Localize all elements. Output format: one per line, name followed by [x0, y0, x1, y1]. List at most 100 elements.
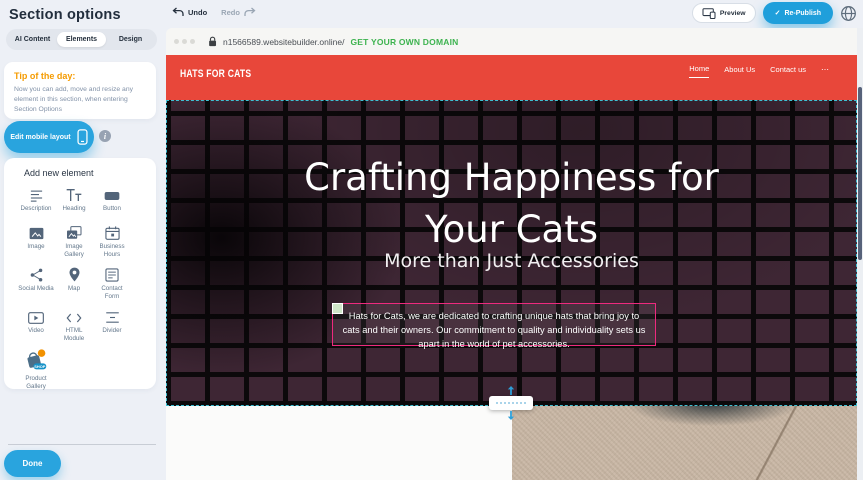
- section-resize-widget: [486, 386, 536, 420]
- toolbar-right: Preview ✓ Re-Publish: [692, 2, 857, 24]
- element-label: Image: [27, 243, 44, 251]
- resize-arrow-up-icon: [507, 386, 515, 395]
- image-gallery-icon: [66, 224, 82, 240]
- browser-dot: [190, 39, 195, 44]
- republish-label: Re-Publish: [784, 10, 821, 17]
- preview-button[interactable]: Preview: [692, 3, 756, 23]
- element-label: Map: [68, 285, 80, 293]
- app-root: Section options Undo Redo Preview ✓ Re-P…: [0, 0, 863, 480]
- tab-elements[interactable]: Elements: [57, 32, 106, 47]
- redo-label: Redo: [221, 8, 240, 17]
- video-icon: [28, 308, 44, 324]
- get-domain-link[interactable]: GET YOUR OWN DOMAIN: [350, 37, 458, 47]
- hero-paragraph-box-selected[interactable]: Hats for Cats, we are dedicated to craft…: [332, 303, 656, 346]
- browser-dot: [182, 39, 187, 44]
- preview-scrollbar-track[interactable]: [857, 28, 863, 480]
- undo-button[interactable]: Undo: [172, 7, 207, 17]
- tab-design[interactable]: Design: [106, 32, 155, 47]
- element-drag-handle[interactable]: [332, 303, 343, 314]
- add-element-card: Add new element Description Heading Butt…: [4, 158, 156, 389]
- social-media-icon: [29, 266, 44, 282]
- site-logo[interactable]: HATS FOR CATS: [180, 68, 251, 80]
- heading-icon: [66, 186, 82, 202]
- preview-scrollbar-thumb[interactable]: [858, 87, 862, 260]
- next-section-background[interactable]: [166, 406, 512, 480]
- element-item-video[interactable]: Video: [17, 308, 55, 343]
- element-item-description[interactable]: Description: [17, 186, 55, 217]
- element-item-social-media[interactable]: Social Media: [17, 266, 55, 301]
- checkmark-icon: ✓: [775, 9, 781, 17]
- element-label: Heading: [62, 205, 85, 213]
- browser-dot: [174, 39, 179, 44]
- image-icon: [29, 224, 44, 240]
- element-label: HTML Module: [56, 327, 92, 343]
- hero-title[interactable]: Crafting Happiness for Your Cats: [277, 152, 747, 256]
- element-label: Description: [21, 205, 52, 213]
- product-gallery-icon: SHOP: [23, 350, 49, 372]
- description-icon: [29, 186, 44, 202]
- edit-mobile-layout-button[interactable]: Edit mobile layout: [4, 121, 94, 153]
- preview-label: Preview: [720, 10, 746, 17]
- element-item-contact-form[interactable]: Contact Form: [93, 266, 131, 301]
- element-item-divider[interactable]: Divider: [93, 308, 131, 343]
- undo-redo-group: Undo Redo: [172, 7, 256, 17]
- site-header: HATS FOR CATS Home About Us Contact us ⋯: [166, 55, 857, 100]
- element-label: Video: [28, 327, 44, 335]
- done-button[interactable]: Done: [4, 450, 61, 477]
- element-item-image-gallery[interactable]: Image Gallery: [55, 224, 93, 259]
- element-label: Image Gallery: [56, 243, 92, 259]
- hero-paragraph: Hats for Cats, we are dedicated to craft…: [341, 310, 647, 352]
- preview-devices-icon: [702, 7, 716, 19]
- browser-address-bar: n1566589.websitebuilder.online/ GET YOUR…: [166, 28, 863, 55]
- element-label: Product Gallery: [18, 375, 54, 391]
- add-element-title: Add new element: [24, 168, 94, 178]
- nav-item-about-us[interactable]: About Us: [724, 65, 755, 78]
- undo-label: Undo: [188, 8, 207, 17]
- element-item-map[interactable]: Map: [55, 266, 93, 301]
- site-nav: Home About Us Contact us ⋯: [689, 64, 829, 78]
- republish-button[interactable]: ✓ Re-Publish: [763, 2, 833, 24]
- element-item-product-gallery[interactable]: SHOP Product Gallery: [17, 350, 55, 391]
- resize-arrow-down-icon: [507, 411, 515, 420]
- undo-icon: [172, 7, 184, 17]
- shop-badge-label: SHOP: [34, 364, 46, 369]
- hero-section-selected[interactable]: Crafting Happiness for Your Cats More th…: [166, 100, 857, 406]
- element-item-heading[interactable]: Heading: [55, 186, 93, 217]
- business-hours-icon: [105, 224, 120, 240]
- tip-title: Tip of the day:: [14, 71, 146, 81]
- tip-body: Now you can add, move and resize any ele…: [14, 85, 146, 115]
- page-title: Section options: [9, 7, 121, 23]
- tip-of-the-day-card: Tip of the day: Now you can add, move an…: [4, 62, 156, 119]
- element-item-button[interactable]: Button: [93, 186, 131, 217]
- element-item-business-hours[interactable]: Business Hours: [93, 224, 131, 259]
- globe-language-icon[interactable]: [840, 5, 857, 22]
- element-label: Button: [103, 205, 121, 213]
- html-module-icon: [66, 308, 82, 324]
- contact-form-icon: [105, 266, 119, 282]
- redo-button[interactable]: Redo: [221, 7, 256, 17]
- site-url: n1566589.websitebuilder.online/: [223, 37, 344, 47]
- element-label: Business Hours: [94, 243, 130, 259]
- lock-icon: [208, 36, 217, 47]
- element-label: Social Media: [18, 285, 53, 293]
- element-label: Contact Form: [94, 285, 130, 301]
- edit-mobile-label: Edit mobile layout: [10, 134, 70, 141]
- nav-item-home[interactable]: Home: [689, 64, 709, 78]
- panel-tab-bar: AI Content Elements Design: [6, 29, 157, 50]
- phone-icon: [77, 129, 88, 145]
- info-icon[interactable]: i: [99, 130, 111, 142]
- element-item-html-module[interactable]: HTML Module: [55, 308, 93, 343]
- next-section-image[interactable]: [512, 406, 857, 480]
- tab-ai-content[interactable]: AI Content: [8, 32, 57, 47]
- element-item-image[interactable]: Image: [17, 224, 55, 259]
- element-label: Divider: [102, 327, 121, 335]
- nav-more-icon[interactable]: ⋯: [821, 65, 829, 78]
- hero-subtitle[interactable]: More than Just Accessories: [166, 250, 857, 272]
- element-grid: Description Heading Button Image: [17, 186, 131, 392]
- section-resize-handle[interactable]: [489, 396, 533, 410]
- divider-icon: [105, 308, 120, 324]
- redo-icon: [244, 7, 256, 17]
- map-icon: [68, 266, 81, 282]
- nav-item-contact-us[interactable]: Contact us: [770, 65, 806, 78]
- panel-divider: [8, 444, 156, 445]
